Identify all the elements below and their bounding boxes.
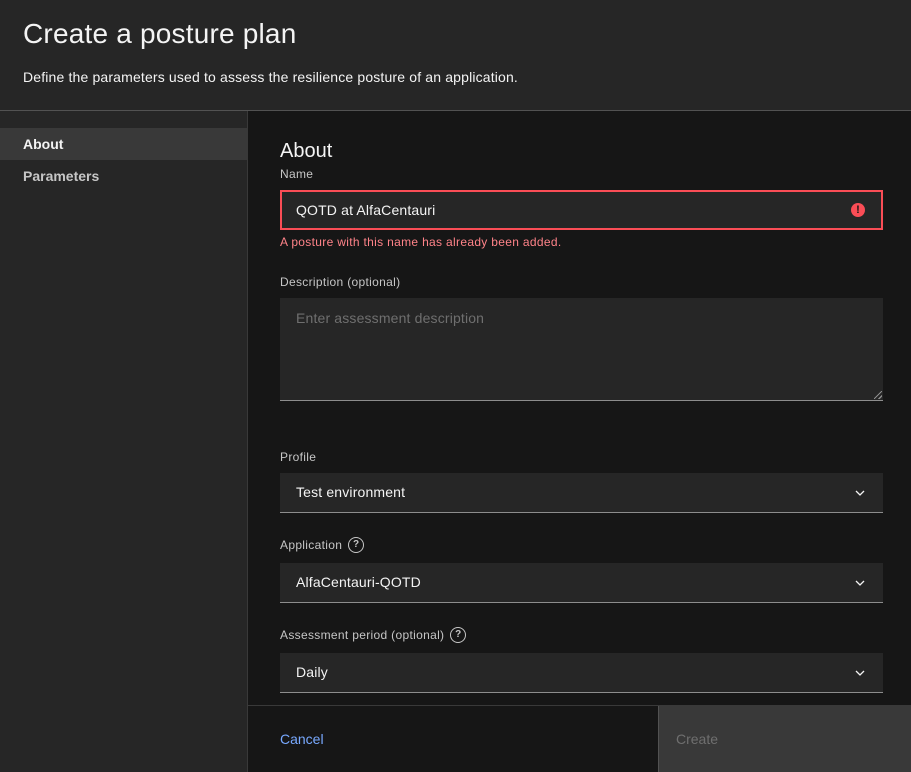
create-button[interactable]: Create (658, 706, 911, 772)
application-select[interactable]: AlfaCentauri-QOTD (280, 563, 883, 603)
assessment-period-select[interactable]: Daily (280, 653, 883, 693)
resize-handle-icon[interactable] (874, 391, 882, 399)
chevron-down-icon (855, 490, 865, 496)
application-select-value: AlfaCentauri-QOTD (296, 574, 421, 590)
name-label: Name (280, 167, 314, 181)
name-input-value: QOTD at AlfaCentauri (296, 202, 436, 218)
page-subtitle: Define the parameters used to assess the… (23, 69, 518, 85)
help-icon[interactable]: ? (450, 626, 467, 643)
name-error-message: A posture with this name has already bee… (280, 235, 562, 249)
assessment-period-label: Assessment period (optional) (280, 628, 445, 642)
cancel-button[interactable]: Cancel (248, 706, 658, 772)
page-title: Create a posture plan (23, 18, 297, 49)
create-posture-plan-modal: Create a posture plan Define the paramet… (0, 0, 911, 772)
profile-select[interactable]: Test environment (280, 473, 883, 513)
assessment-period-label-row: Assessment period (optional)? (280, 626, 467, 643)
application-label-row: Application? (280, 536, 365, 553)
error-icon: ! (851, 203, 865, 217)
modal-footer: Cancel Create (248, 705, 911, 772)
sidebar-item-parameters[interactable]: Parameters (0, 160, 247, 192)
side-navigation: About Parameters (0, 111, 248, 772)
main-content: About Name QOTD at AlfaCentauri ! A post… (248, 111, 911, 705)
help-icon[interactable]: ? (348, 536, 365, 553)
profile-select-value: Test environment (296, 484, 406, 500)
chevron-down-icon (855, 580, 865, 586)
assessment-period-select-value: Daily (296, 664, 328, 680)
application-label: Application (280, 538, 343, 552)
description-textarea[interactable]: Enter assessment description (280, 298, 883, 401)
modal-header: Create a posture plan Define the paramet… (0, 0, 911, 111)
section-title: About (280, 140, 333, 162)
description-label: Description (optional) (280, 275, 401, 289)
description-placeholder: Enter assessment description (296, 310, 485, 326)
profile-label: Profile (280, 450, 317, 464)
sidebar-item-about[interactable]: About (0, 128, 247, 160)
chevron-down-icon (855, 670, 865, 676)
name-input[interactable]: QOTD at AlfaCentauri ! (280, 190, 883, 230)
